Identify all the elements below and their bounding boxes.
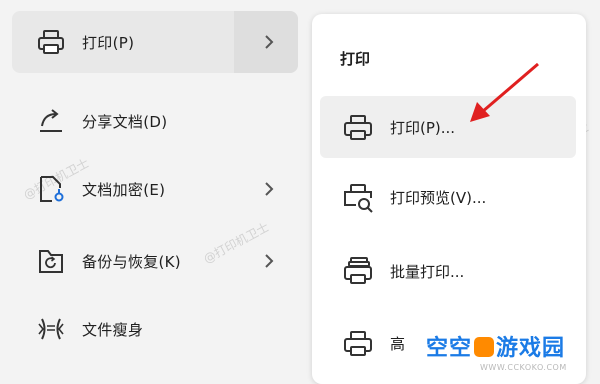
menu-item-encrypt-document[interactable]: 文档加密(E) — [12, 158, 298, 220]
menu-item-share-document[interactable]: 分享文档(D) — [12, 90, 298, 152]
printer-icon — [344, 115, 372, 140]
menu-item-file-slim[interactable]: 文件瘦身 — [12, 298, 298, 360]
menu-item-label: 备份与恢复(K) — [82, 252, 181, 271]
submenu-item-label: 批量打印... — [390, 263, 465, 281]
annotation-arrow — [470, 62, 539, 122]
batch-print-icon — [344, 257, 372, 284]
backup-restore-icon — [39, 250, 63, 273]
submenu-title: 打印 — [340, 50, 371, 68]
menu-item-label: 文档加密(E) — [82, 180, 166, 199]
submenu-item-label: 高 — [390, 335, 406, 353]
chevron-right-icon — [265, 182, 274, 196]
submenu-item-print-preview[interactable]: 打印预览(V)... — [320, 166, 576, 228]
document-lock-icon — [40, 176, 64, 202]
menu-item-print[interactable]: 打印(P) — [12, 11, 298, 73]
brand-logo-text: 空空 游戏园 — [426, 336, 566, 361]
menu-item-label: 打印(P) — [82, 33, 135, 52]
menu-item-label: 文件瘦身 — [82, 320, 144, 339]
k-logo-icon — [474, 337, 495, 357]
submenu-item-label: 打印(P)... — [390, 119, 456, 137]
file-menu: 打印(P) 分享文档(D) 文档加密(E) 备份与恢复(K) 文件瘦身 — [0, 0, 310, 377]
submenu-item-label: 打印预览(V)... — [390, 189, 487, 207]
chevron-right-icon — [265, 254, 274, 268]
printer-icon — [38, 30, 64, 54]
menu-item-backup-restore[interactable]: 备份与恢复(K) — [12, 230, 298, 292]
brand-logo-url: WWW.CCKOKO.COM — [480, 363, 567, 372]
print-preview-icon — [344, 184, 373, 213]
chevron-right-icon — [265, 35, 274, 49]
submenu-item-batch-print[interactable]: 批量打印... — [320, 240, 576, 302]
share-icon — [40, 109, 62, 132]
printer-icon — [344, 331, 372, 356]
brand-logo: 空空 游戏园 WWW.CCKOKO.COM — [426, 330, 596, 374]
menu-item-label: 分享文档(D) — [82, 112, 168, 131]
file-slim-icon — [38, 318, 64, 340]
